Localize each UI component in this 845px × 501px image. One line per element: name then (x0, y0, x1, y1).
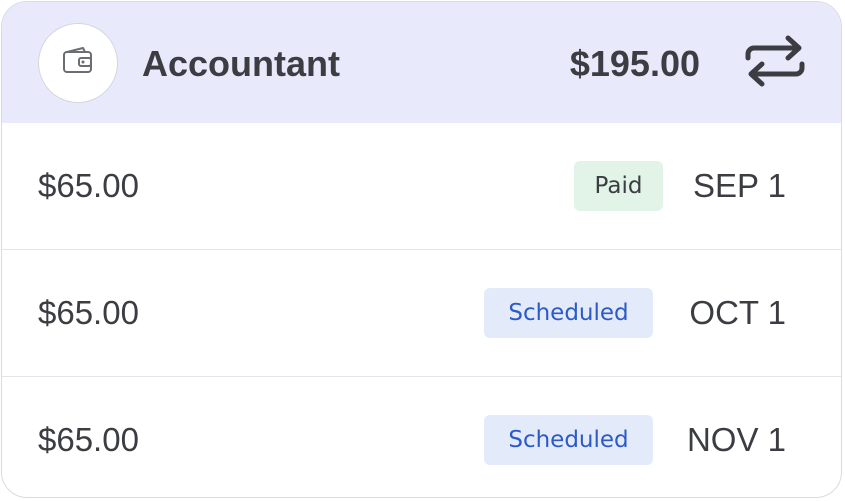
payment-row: $65.00 Scheduled NOV 1 (2, 377, 841, 497)
payment-amount: $65.00 (38, 294, 139, 331)
payment-date: SEP 1 (693, 167, 786, 204)
repeat-button[interactable] (740, 34, 810, 92)
payee-title: Accountant (142, 43, 340, 84)
payment-amount: $65.00 (38, 421, 139, 458)
status-badge: Paid (574, 161, 663, 211)
payment-amount: $65.00 (38, 167, 139, 204)
wallet-icon (61, 46, 95, 81)
status-badge: Scheduled (484, 415, 653, 465)
status-badge: Scheduled (484, 288, 653, 338)
payment-row: $65.00 Scheduled OCT 1 (2, 250, 841, 377)
payment-date: OCT 1 (689, 294, 786, 331)
card-header: Accountant $195.00 (2, 2, 841, 123)
total-amount: $195.00 (569, 43, 700, 84)
payment-row: $65.00 Paid SEP 1 (2, 123, 841, 250)
avatar (38, 23, 118, 103)
payment-schedule-card: Accountant $195.00 $65.00 Paid SEP 1 $65… (1, 1, 842, 498)
payment-date: NOV 1 (686, 421, 786, 458)
repeat-icon (742, 34, 808, 93)
